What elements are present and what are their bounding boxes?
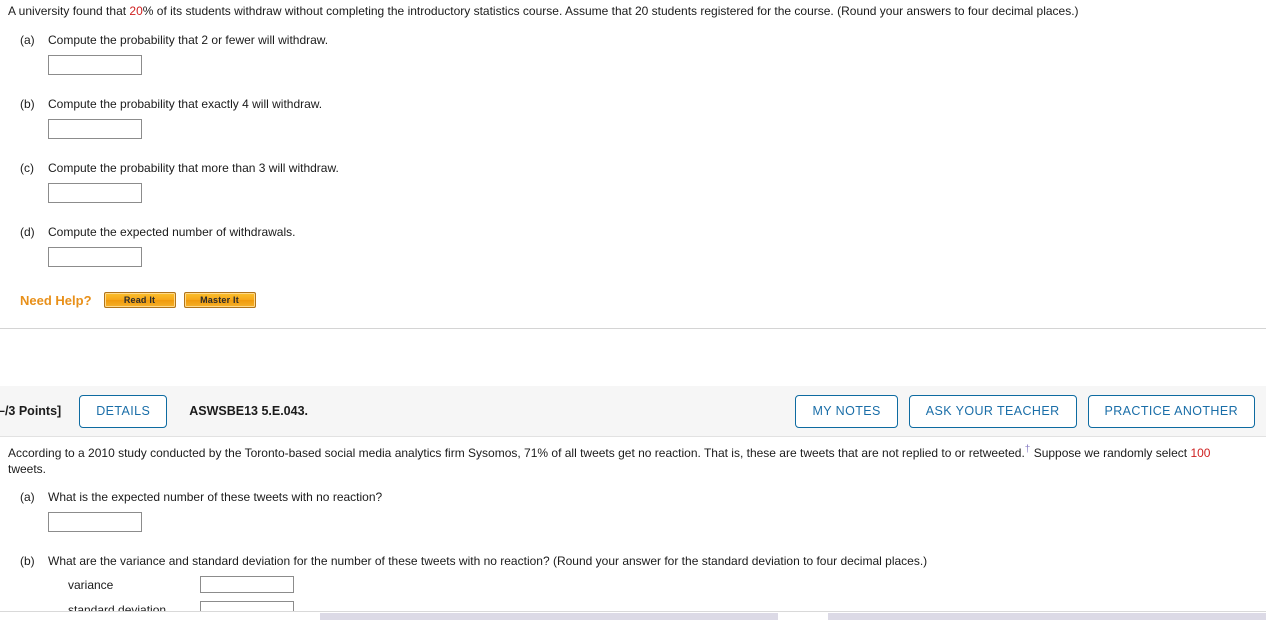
q2-stem-lead: According to a 2010 study conducted by t… bbox=[8, 446, 1025, 460]
practice-another-button[interactable]: PRACTICE ANOTHER bbox=[1087, 394, 1255, 428]
bottom-strip-segment-left bbox=[320, 613, 778, 620]
part-text-a: Compute the probability that 2 or fewer … bbox=[48, 33, 329, 47]
stem-highlight-value: 20 bbox=[129, 4, 143, 18]
stem-text-tail: % of its students withdraw without compl… bbox=[142, 4, 1079, 18]
header-action-buttons: MY NOTES ASK YOUR TEACHER PRACTICE ANOTH… bbox=[795, 394, 1255, 428]
points-label: –/3 Points] bbox=[0, 404, 62, 418]
question-2-part-a: (a) What is the expected number of these… bbox=[0, 489, 1266, 532]
ask-your-teacher-button[interactable]: ASK YOUR TEACHER bbox=[908, 394, 1077, 428]
stem-text-lead: A university found that bbox=[8, 4, 130, 18]
answer-input-1c[interactable] bbox=[48, 183, 142, 203]
answer-input-1b[interactable] bbox=[48, 119, 142, 139]
variance-input[interactable] bbox=[200, 576, 294, 593]
part-label-a: (a) bbox=[20, 33, 35, 47]
q2-stem-tail: tweets. bbox=[8, 462, 47, 476]
q2-part-text-b: What are the variance and standard devia… bbox=[48, 554, 928, 568]
need-help-label: Need Help? bbox=[20, 292, 92, 308]
answer-input-1a[interactable] bbox=[48, 55, 142, 75]
need-help-row: Need Help? Read It Master It bbox=[0, 292, 1266, 308]
variance-label: variance bbox=[68, 577, 114, 592]
question-2-block: According to a 2010 study conducted by t… bbox=[0, 437, 1266, 620]
q2-stem-mid: Suppose we randomly select bbox=[1030, 446, 1191, 460]
q2-part-label-a: (a) bbox=[20, 490, 35, 504]
page-bottom-strip bbox=[0, 611, 1266, 620]
q2-part-text-a: What is the expected number of these twe… bbox=[48, 490, 383, 504]
assignment-code-label: ASWSBE13 5.E.043. bbox=[189, 404, 309, 418]
read-it-button[interactable]: Read It bbox=[103, 292, 176, 308]
question-2-part-b: (b) What are the variance and standard d… bbox=[0, 553, 1266, 620]
question-1-part-c: (c) Compute the probability that more th… bbox=[0, 160, 1266, 203]
variance-row: variance bbox=[20, 574, 1266, 595]
master-it-button[interactable]: Master It bbox=[183, 292, 256, 308]
question-1-stem: A university found that 20% of its stude… bbox=[0, 0, 1266, 19]
section-divider bbox=[0, 328, 1266, 329]
question-1-part-b: (b) Compute the probability that exactly… bbox=[0, 96, 1266, 139]
bottom-strip-segment-right bbox=[828, 613, 1266, 620]
part-text-d: Compute the expected number of withdrawa… bbox=[48, 225, 296, 239]
part-label-d: (d) bbox=[20, 225, 35, 239]
question-1-part-a: (a) Compute the probability that 2 or fe… bbox=[0, 32, 1266, 75]
question-2-header-bar: –/3 Points] DETAILS ASWSBE13 5.E.043. MY… bbox=[0, 386, 1266, 437]
answer-input-1d[interactable] bbox=[48, 247, 142, 267]
question-1-part-d: (d) Compute the expected number of withd… bbox=[0, 224, 1266, 267]
q2-stem-highlight-value: 100 bbox=[1190, 446, 1211, 460]
question-2-stem: According to a 2010 study conducted by t… bbox=[0, 437, 1266, 477]
my-notes-button[interactable]: MY NOTES bbox=[795, 394, 898, 428]
part-text-c: Compute the probability that more than 3… bbox=[48, 161, 339, 175]
question-1-block: A university found that 20% of its stude… bbox=[0, 0, 1266, 329]
answer-input-2a[interactable] bbox=[48, 512, 142, 532]
details-button[interactable]: DETAILS bbox=[79, 394, 168, 428]
part-label-c: (c) bbox=[20, 161, 34, 175]
part-text-b: Compute the probability that exactly 4 w… bbox=[48, 97, 323, 111]
q2-part-label-b: (b) bbox=[20, 554, 35, 568]
part-label-b: (b) bbox=[20, 97, 35, 111]
